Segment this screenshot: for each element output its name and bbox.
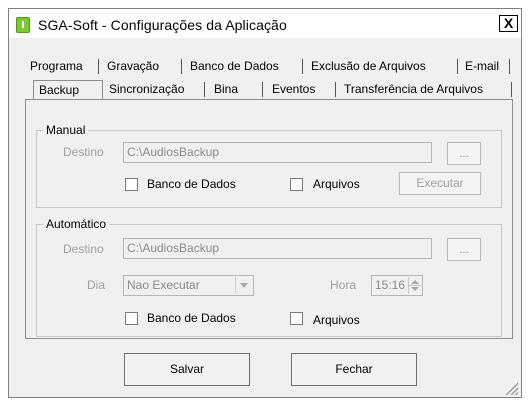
tab-separator [511,82,512,97]
automatico-group: Automático Destino C:\AudiosBackup ... D… [36,217,502,337]
auto-destino-field[interactable]: C:\AudiosBackup [123,238,432,259]
tab-programa[interactable]: Programa [26,57,87,76]
tab-separator [302,59,303,74]
hora-value: 15:16 [375,278,406,292]
tab-separator [262,82,263,97]
tab-sincronizacao[interactable]: Sincronização [105,80,188,99]
auto-banco-checkbox[interactable] [125,312,138,325]
tab-transferencia-de-arquivos[interactable]: Transferência de Arquivos [340,80,487,99]
auto-destino-label: Destino [63,242,104,256]
auto-browse-button[interactable]: ... [447,238,481,261]
manual-arquivos-checkbox[interactable] [290,178,303,191]
tab-separator [335,82,336,97]
spinner-icon[interactable] [408,277,421,294]
manual-legend: Manual [43,123,89,137]
manual-destino-field[interactable]: C:\AudiosBackup [123,142,432,163]
chevron-down-icon[interactable] [235,277,252,294]
manual-destino-label: Destino [63,145,104,159]
tab-banco-de-dados[interactable]: Banco de Dados [186,57,283,76]
tab-separator [204,82,205,97]
window-title: SGA-Soft - Configurações da Aplicação [38,17,287,33]
spin-divider [409,285,421,286]
hora-time-field[interactable]: 15:16 [371,275,423,296]
manual-banco-checkbox[interactable] [125,178,138,191]
tab-separator [457,59,458,74]
resize-grip-icon[interactable] [504,381,518,395]
tab-gravacao[interactable]: Gravação [103,57,163,76]
app-icon [16,17,30,33]
tab-exclusao-de-arquivos[interactable]: Exclusão de Arquivos [307,57,430,76]
manual-banco-label: Banco de Dados [147,177,236,191]
tab-bina[interactable]: Bina [210,80,242,99]
tab-separator [181,59,182,74]
tab-backup[interactable]: Backup [33,80,103,99]
executar-button[interactable]: Executar [399,172,481,195]
dia-select-value: Nao Executar [127,278,200,292]
dia-select[interactable]: Nao Executar [123,275,254,296]
manual-group: Manual Destino C:\AudiosBackup ... Banco… [36,123,502,208]
auto-banco-label: Banco de Dados [147,311,236,325]
spin-down-icon[interactable] [411,287,419,291]
save-button[interactable]: Salvar [124,353,250,386]
close-button[interactable]: X [499,15,518,32]
tab-separator [98,59,99,74]
tab-eventos[interactable]: Eventos [268,80,319,99]
spin-up-icon[interactable] [411,280,419,284]
backup-tab-panel: Manual Destino C:\AudiosBackup ... Banco… [25,99,513,339]
hora-label: Hora [330,278,357,292]
auto-arquivos-checkbox[interactable] [290,312,303,325]
auto-arquivos-label: Arquivos [313,313,360,327]
tab-separator [509,59,510,74]
dia-label: Dia [87,278,106,292]
close-dialog-button[interactable]: Fechar [291,353,417,386]
title-bar: SGA-Soft - Configurações da Aplicação X [9,9,521,38]
manual-browse-button[interactable]: ... [447,142,481,165]
tab-email[interactable]: E-mail [461,57,503,76]
manual-arquivos-label: Arquivos [313,177,360,191]
automatico-legend: Automático [43,217,110,231]
